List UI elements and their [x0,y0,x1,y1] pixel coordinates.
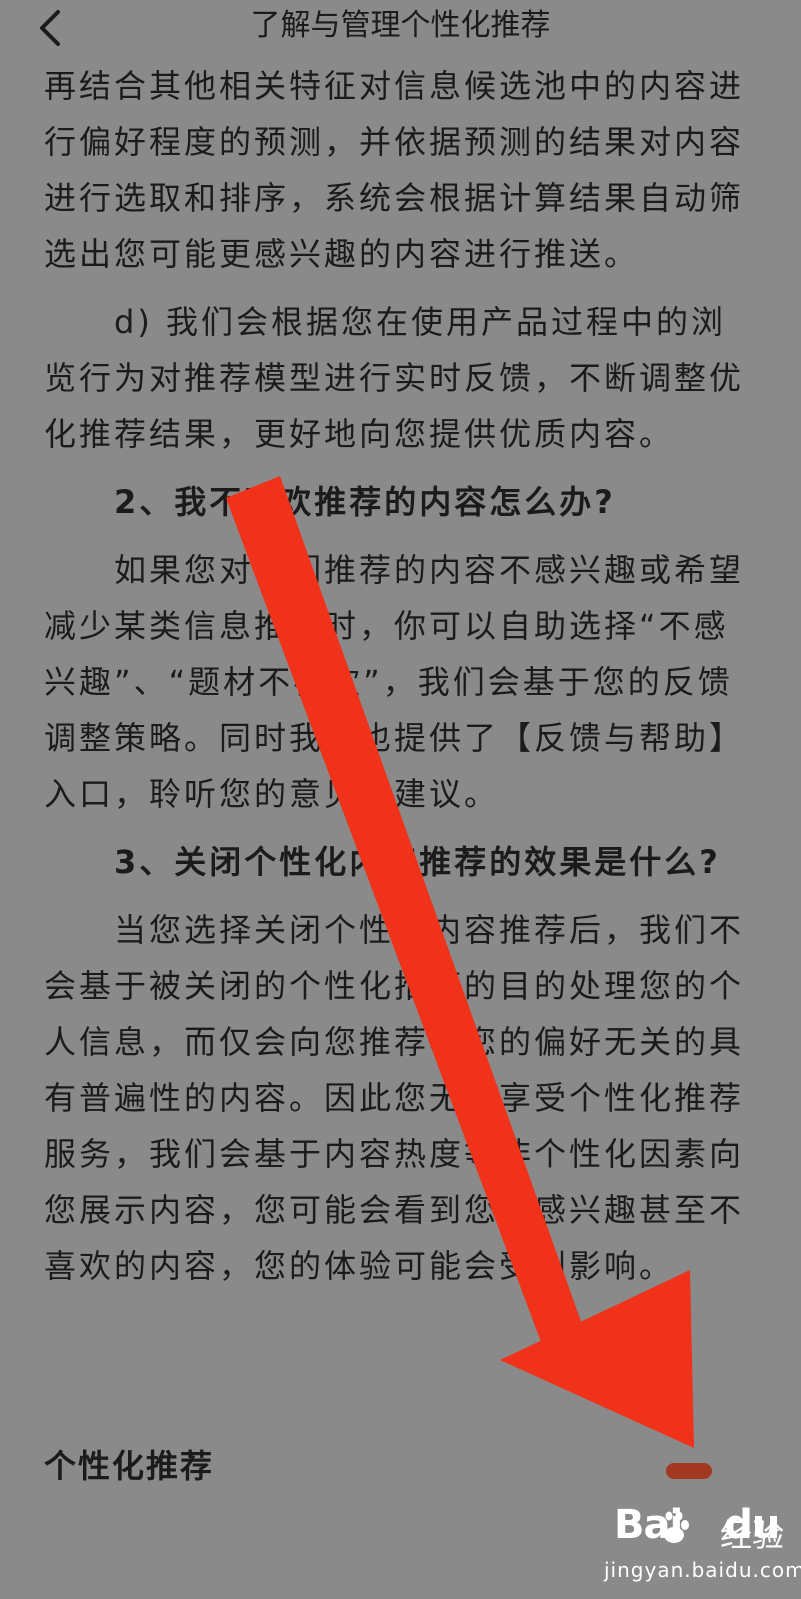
watermark-url: jingyan.baidu.com [604,1558,801,1582]
baidu-jingyan-watermark: Bai du 经验 jingyan.baidu.com [600,1502,801,1599]
arrow-down-right-icon [226,476,694,1448]
arrow-shaft [226,476,584,1350]
watermark-sub-text: 经验 [720,1516,785,1554]
baidu-paw-icon [659,1511,689,1543]
